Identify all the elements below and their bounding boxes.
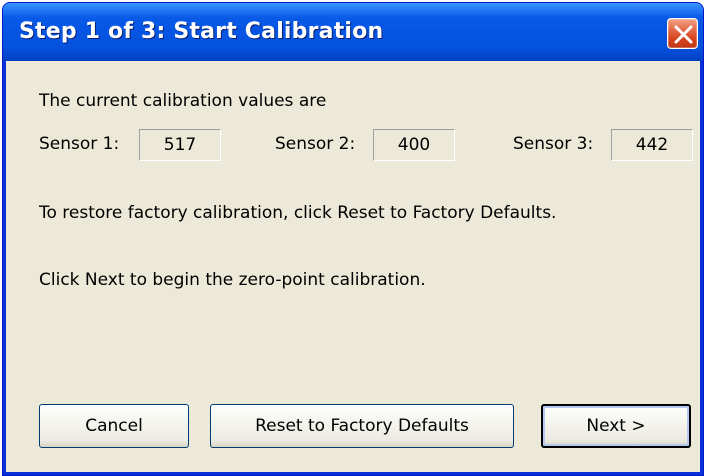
next-button[interactable]: Next > <box>541 404 691 448</box>
reset-factory-defaults-button[interactable]: Reset to Factory Defaults <box>210 404 514 448</box>
restore-instructions: To restore factory calibration, click Re… <box>39 203 557 223</box>
next-instructions: Click Next to begin the zero-point calib… <box>39 270 426 290</box>
calibration-dialog: Step 1 of 3: Start Calibration The curre… <box>2 2 704 476</box>
close-icon <box>674 25 693 44</box>
intro-text: The current calibration values are <box>39 91 327 111</box>
sensor-1-value: 517 <box>139 129 221 161</box>
cancel-button[interactable]: Cancel <box>39 404 189 448</box>
window-title: Step 1 of 3: Start Calibration <box>19 19 384 44</box>
sensor-1-label: Sensor 1: <box>39 134 120 154</box>
sensor-2-value: 400 <box>373 129 455 161</box>
sensor-3-label: Sensor 3: <box>513 134 594 154</box>
dialog-body: The current calibration values are Senso… <box>6 61 700 472</box>
sensor-3-value: 442 <box>611 129 693 161</box>
close-button[interactable] <box>667 18 698 49</box>
title-bar[interactable]: Step 1 of 3: Start Calibration <box>3 3 703 61</box>
sensor-2-label: Sensor 2: <box>275 134 356 154</box>
